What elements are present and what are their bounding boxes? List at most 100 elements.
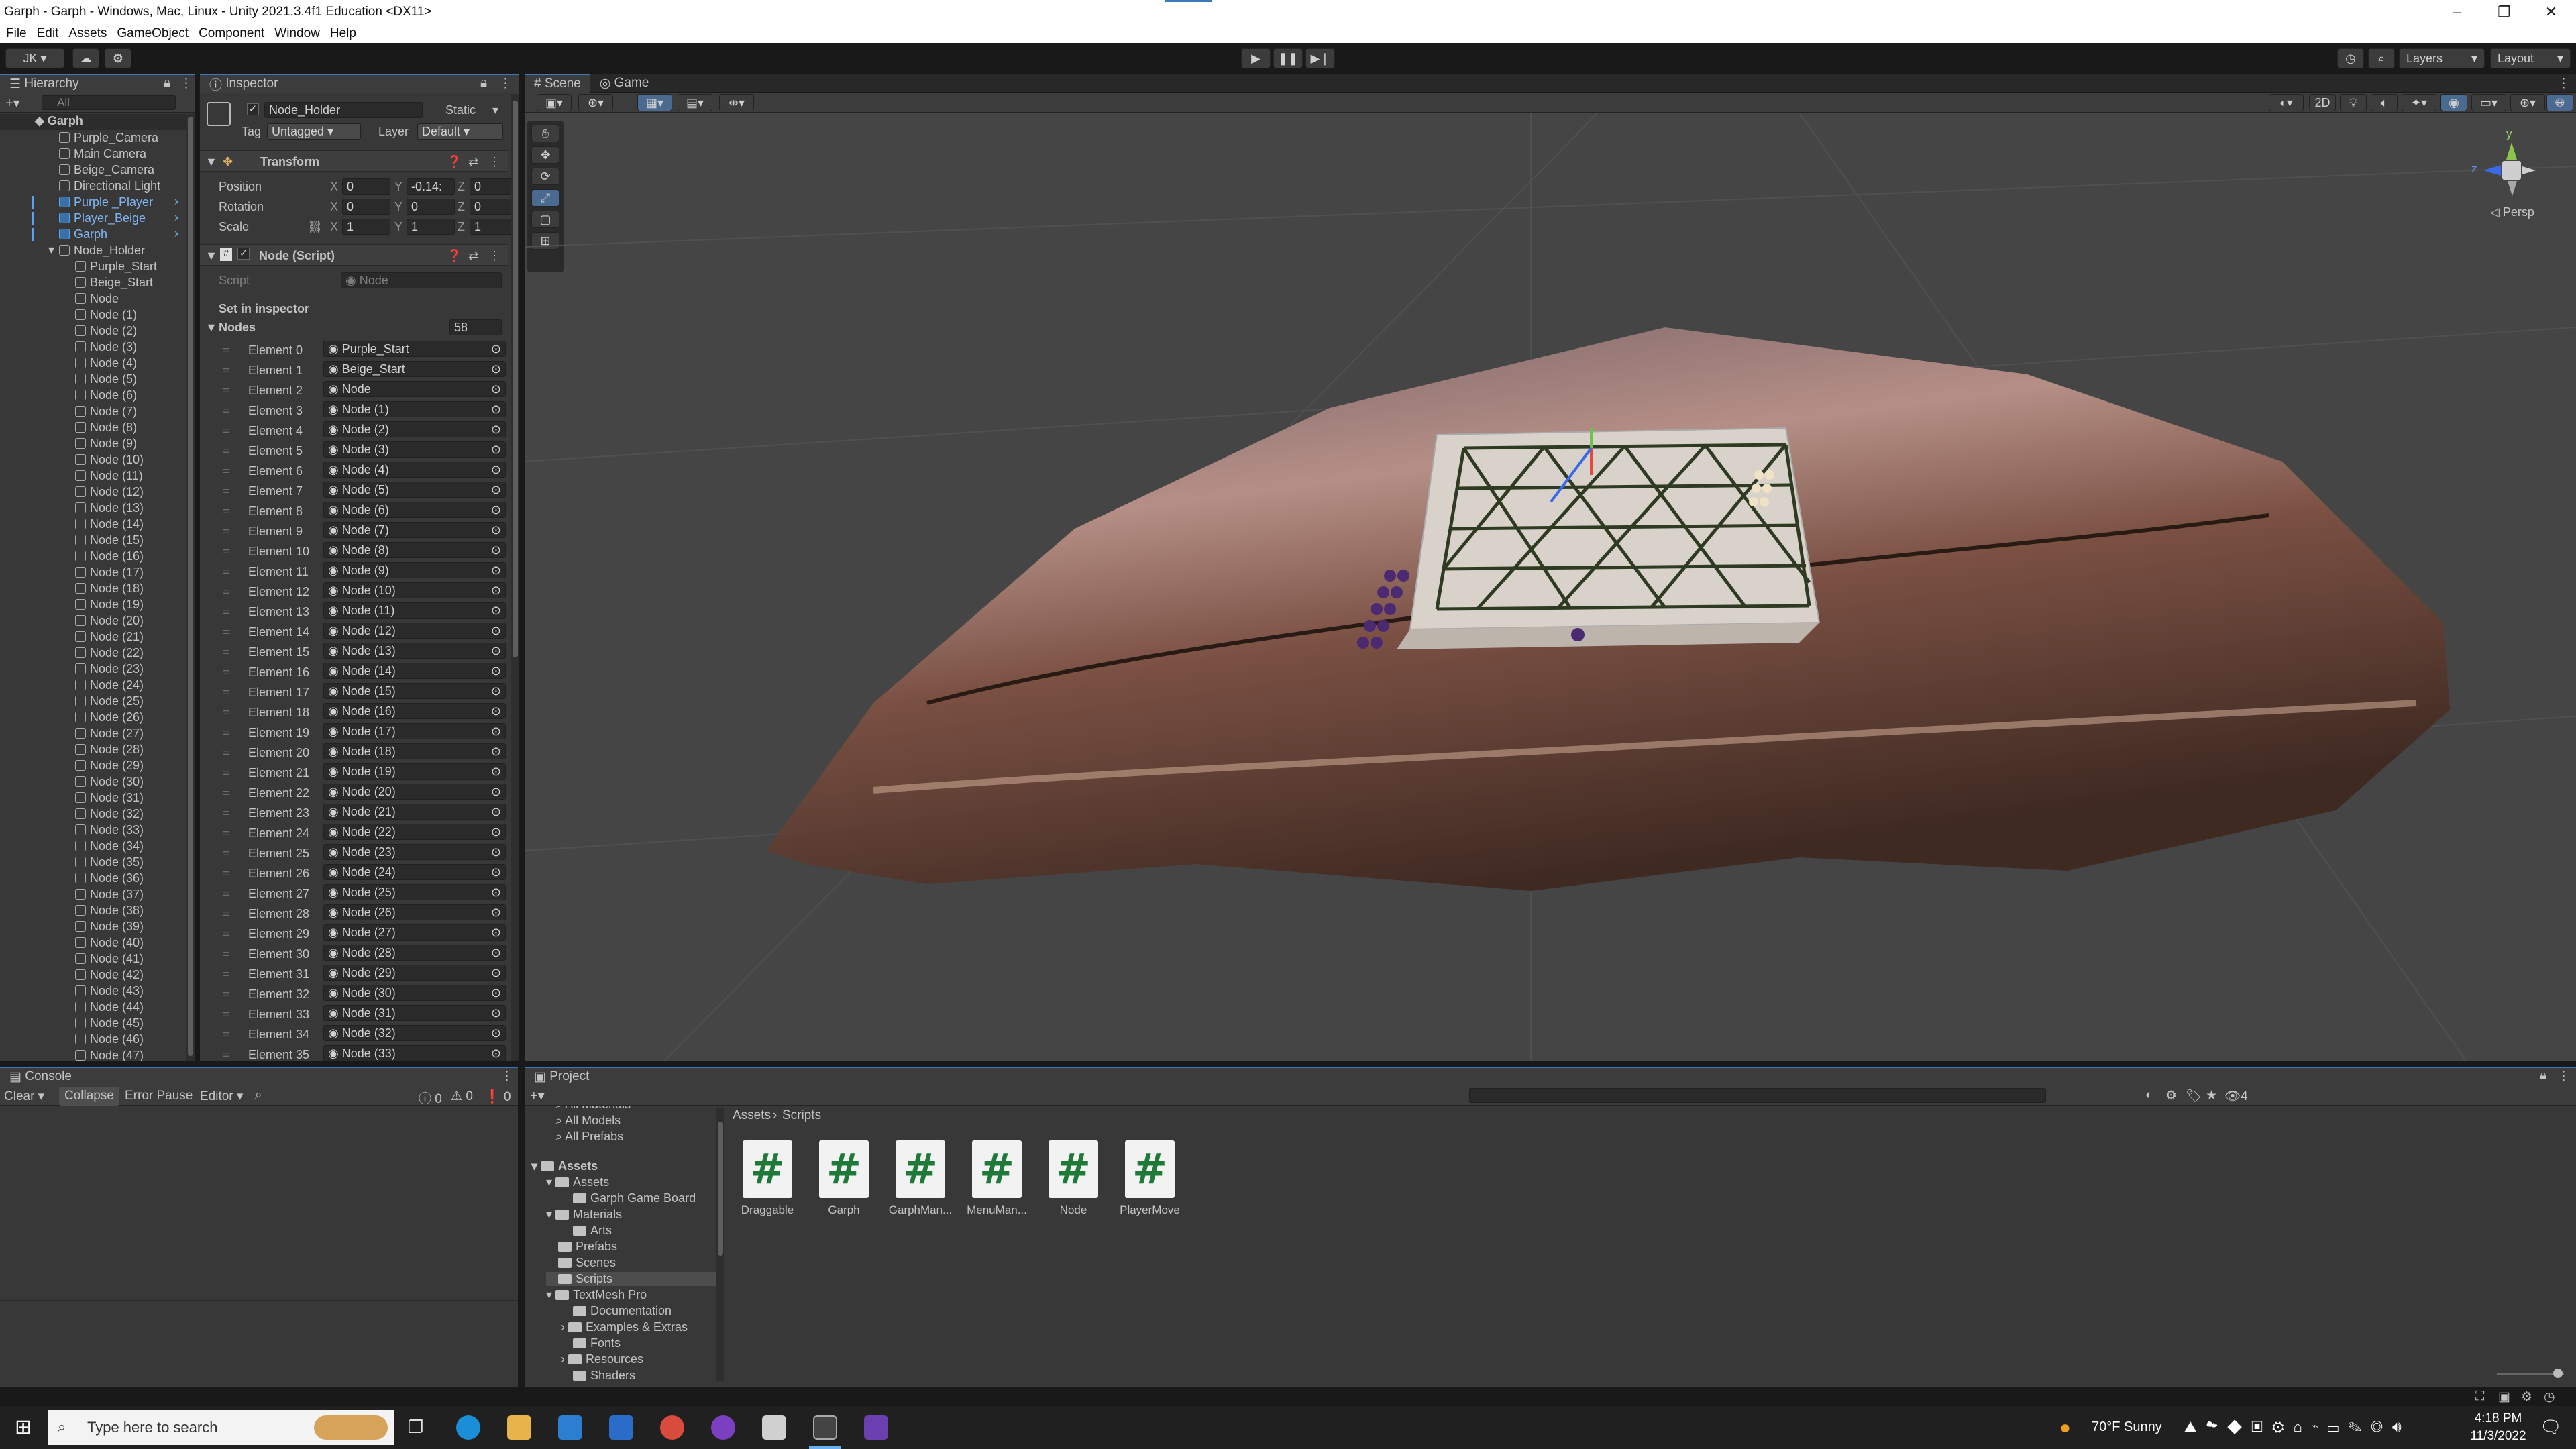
script-enabled-checkbox[interactable]: ✓ <box>237 248 250 260</box>
scale-x-field[interactable]: 1 <box>342 219 390 235</box>
element-object-field[interactable]: ◉ Node (29) ⊙ <box>323 965 506 981</box>
object-picker-icon[interactable]: ⊙ <box>491 341 501 356</box>
hierarchy-item[interactable]: Node (35) <box>0 855 186 871</box>
menu-edit[interactable]: Edit <box>37 24 59 43</box>
drag-handle-icon[interactable]: = <box>223 867 230 881</box>
audio-icon[interactable]: 🔈︎ <box>2371 94 2398 111</box>
lock-icon[interactable]: 🔒︎ <box>480 76 487 91</box>
hierarchy-item[interactable]: Node (9) <box>0 436 186 452</box>
drag-handle-icon[interactable]: = <box>223 786 230 800</box>
drag-handle-icon[interactable]: = <box>223 947 230 961</box>
unity-hub-icon[interactable] <box>762 1415 786 1440</box>
breadcrumb-assets[interactable]: Assets <box>733 1108 771 1123</box>
hierarchy-item[interactable]: Node (39) <box>0 919 186 935</box>
task-view-icon[interactable]: ❐ <box>408 1417 423 1438</box>
axis-label[interactable]: X <box>330 200 338 214</box>
visibility-icon[interactable]: ◉ <box>2440 94 2467 111</box>
element-object-field[interactable]: ◉ Node ⊙ <box>323 381 506 397</box>
hierarchy-item[interactable]: Node (37) <box>0 887 186 903</box>
scroll-thumb[interactable] <box>188 117 193 1056</box>
hierarchy-item[interactable]: Node (13) <box>0 500 186 517</box>
hierarchy-item[interactable]: Node (41) <box>0 951 186 967</box>
scene-3d-viewport[interactable] <box>525 113 2576 1067</box>
drag-handle-icon[interactable]: = <box>223 806 230 820</box>
hierarchy-item[interactable]: Node (5) <box>0 372 186 388</box>
error-count-toggle[interactable]: ❗ 0 <box>484 1089 511 1105</box>
project-folder[interactable]: › Examples & Extras <box>561 1320 688 1334</box>
weather-text[interactable]: 70°F Sunny <box>2092 1419 2162 1435</box>
foldout-arrow-icon[interactable]: › <box>561 1352 568 1366</box>
object-picker-icon[interactable]: ⊙ <box>491 724 501 739</box>
collab-icon[interactable]: ⚙ <box>105 48 131 68</box>
gizmo-dropdown[interactable]: ⊕▾ <box>578 94 613 111</box>
visual-studio-icon[interactable] <box>864 1415 888 1440</box>
drag-handle-icon[interactable]: = <box>223 1028 230 1042</box>
hierarchy-item[interactable]: Directional Light <box>0 178 186 195</box>
prefab-open-arrow-icon[interactable]: › <box>174 227 178 241</box>
axis-label[interactable]: Y <box>394 220 402 234</box>
menu-gameobject[interactable]: GameObject <box>117 24 189 43</box>
element-object-field[interactable]: ◉ Node (11) ⊙ <box>323 602 506 619</box>
element-object-field[interactable]: ◉ Node (6) ⊙ <box>323 502 506 518</box>
store-icon[interactable] <box>558 1415 582 1440</box>
axis-label[interactable]: Z <box>458 220 465 234</box>
breadcrumb-scripts[interactable]: Scripts <box>782 1108 821 1123</box>
object-picker-icon[interactable]: ⊙ <box>491 804 501 819</box>
link-icon[interactable]: ⛓ <box>307 220 323 234</box>
hierarchy-item[interactable]: Node (32) <box>0 806 186 822</box>
layers-dropdown[interactable]: Layers ▾ <box>2399 48 2485 68</box>
maximize-button[interactable]: ❐ <box>2481 0 2528 24</box>
help-icon[interactable]: ❓ <box>447 155 462 169</box>
lock-icon[interactable]: 🔒︎ <box>164 76 170 91</box>
hierarchy-item[interactable]: Node (31) <box>0 790 186 806</box>
project-folder[interactable]: Garph Game Board <box>561 1191 696 1205</box>
element-object-field[interactable]: ◉ Node (23) ⊙ <box>323 844 506 860</box>
clear-dropdown[interactable]: Clear ▾ <box>4 1089 44 1104</box>
notification-icon[interactable]: 🗨︎ <box>2540 1417 2562 1438</box>
search-icon[interactable]: ⌕ <box>2368 48 2395 68</box>
object-picker-icon[interactable]: ⊙ <box>491 865 501 879</box>
icon-size-slider[interactable] <box>2497 1368 2564 1378</box>
tab-game[interactable]: ◎ Game <box>590 74 659 93</box>
drag-handle-icon[interactable]: = <box>223 565 230 579</box>
close-button[interactable]: ✕ <box>2528 0 2575 24</box>
hierarchy-item[interactable]: Node (28) <box>0 742 186 758</box>
log-count-toggle[interactable]: ⓘ 0 <box>419 1089 442 1107</box>
drag-handle-icon[interactable]: = <box>223 625 230 639</box>
transform-header[interactable]: ▼ ✥ Transform ❓ ⇄ ⋮ <box>200 150 508 172</box>
project-tree-scrollbar[interactable] <box>716 1108 724 1381</box>
project-folder[interactable]: ▾ Assets <box>546 1175 609 1189</box>
drag-handle-icon[interactable]: = <box>223 525 230 539</box>
element-object-field[interactable]: ◉ Node (2) ⊙ <box>323 421 506 437</box>
object-picker-icon[interactable]: ⊙ <box>491 905 501 920</box>
element-object-field[interactable]: ◉ Node (1) ⊙ <box>323 401 506 417</box>
grid-snap-button[interactable]: ▦▾ <box>637 94 672 111</box>
axis-label[interactable]: Z <box>458 200 465 214</box>
hierarchy-item[interactable]: Node (25) <box>0 694 186 710</box>
rotation-x-field[interactable]: 0 <box>342 199 390 215</box>
object-picker-icon[interactable]: ⊙ <box>491 764 501 779</box>
hierarchy-item[interactable]: Node (40) <box>0 935 186 951</box>
hierarchy-item[interactable]: Node (4) <box>0 356 186 372</box>
rotation-y-field[interactable]: 0 <box>407 199 455 215</box>
object-picker-icon[interactable]: ⊙ <box>491 965 501 980</box>
mail-icon[interactable] <box>609 1415 633 1440</box>
object-picker-icon[interactable]: ⊙ <box>491 1026 501 1040</box>
tab-inspector[interactable]: ⓘ Inspector <box>200 74 519 93</box>
scene-view[interactable]: # Scene ◎ Game ⋮ ▣▾ ⊕▾ ▦▾ ▤▾ ⇹▾ ◐▾ 2D 💡︎… <box>525 74 2576 1067</box>
hierarchy-item[interactable]: Node (30) <box>0 774 186 790</box>
hierarchy-item[interactable]: Purple_Camera <box>0 130 186 146</box>
status-icon-2[interactable]: ▣ <box>2498 1389 2510 1405</box>
minimize-button[interactable]: – <box>2434 0 2481 24</box>
object-picker-icon[interactable]: ⊙ <box>491 1046 501 1061</box>
drag-handle-icon[interactable]: = <box>223 826 230 841</box>
menu-component[interactable]: Component <box>199 24 264 43</box>
element-object-field[interactable]: ◉ Node (26) ⊙ <box>323 904 506 920</box>
element-object-field[interactable]: ◉ Node (7) ⊙ <box>323 522 506 538</box>
drag-handle-icon[interactable]: = <box>223 444 230 458</box>
hidden-packages-icon[interactable]: 👁︎4 <box>2224 1088 2248 1104</box>
hierarchy-item[interactable]: Node (14) <box>0 517 186 533</box>
hierarchy-search-input[interactable]: All <box>42 95 176 110</box>
history-icon[interactable]: ◷ <box>2337 48 2364 68</box>
hierarchy-item[interactable]: Node (27) <box>0 726 186 742</box>
